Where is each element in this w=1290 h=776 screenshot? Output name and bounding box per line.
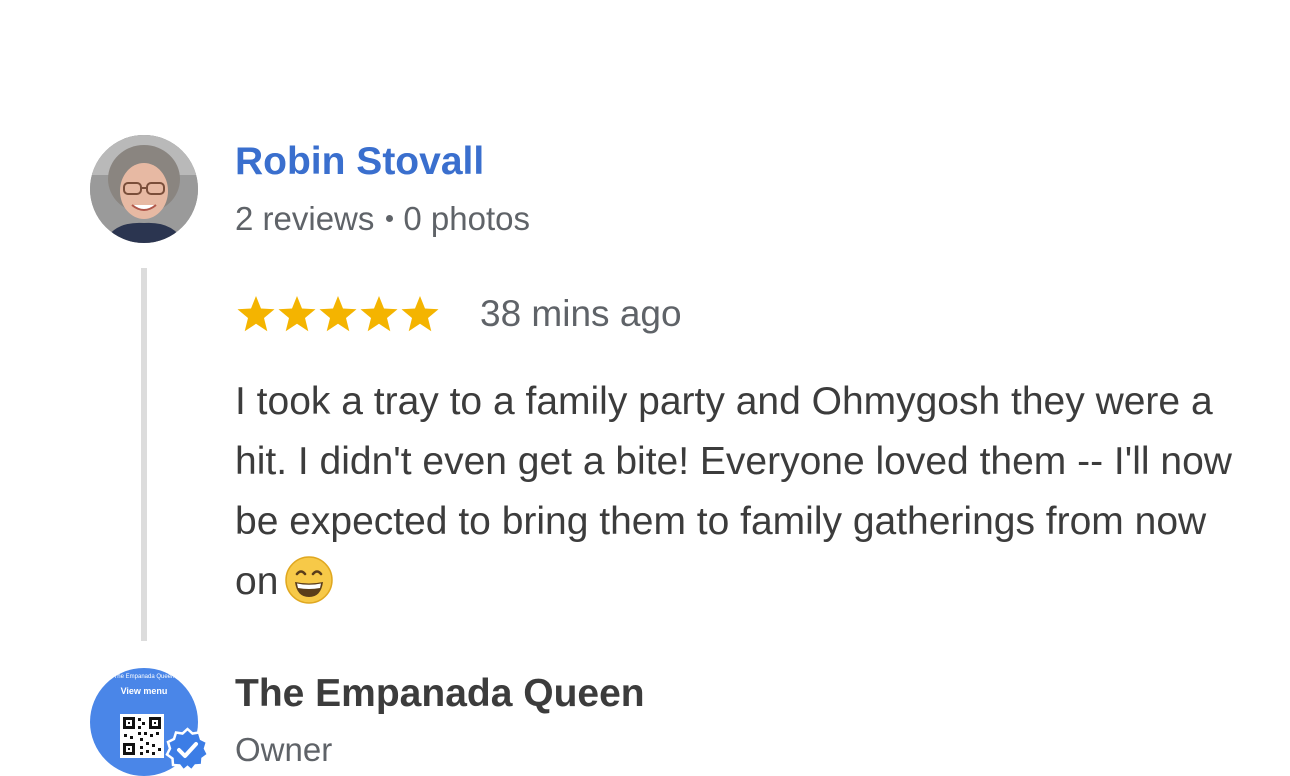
review-time: 38 mins ago	[480, 293, 682, 334]
grinning-face-icon	[284, 555, 334, 605]
star-rating	[236, 294, 441, 334]
review-body: I took a tray to a family party and Ohmy…	[235, 380, 1232, 603]
star-icon	[277, 294, 317, 334]
reviews-count: 2 reviews	[235, 200, 375, 237]
thread-rail	[141, 268, 147, 641]
photos-count: 0 photos	[403, 200, 530, 237]
owner-avatar-label: View menu	[120, 686, 168, 696]
owner-name[interactable]: The Empanada Queen	[235, 670, 645, 718]
star-icon	[400, 294, 440, 334]
rating-row: 38 mins ago	[236, 290, 682, 338]
review-text: I took a tray to a family party and Ohmy…	[235, 372, 1245, 612]
star-icon	[236, 294, 276, 334]
reviewer-name[interactable]: Robin Stovall	[235, 138, 484, 186]
owner-role: Owner	[235, 731, 333, 768]
owner-avatar-title: The Empanada Queen	[113, 674, 175, 680]
verified-check-icon	[165, 727, 210, 772]
reviewer-photo-icon	[90, 135, 198, 243]
star-icon	[359, 294, 399, 334]
star-icon	[318, 294, 358, 334]
reviewer-avatar[interactable]	[90, 135, 198, 243]
qr-code-icon	[120, 714, 164, 758]
reviewer-meta: 2 reviews 0 photos	[235, 199, 530, 239]
separator-dot-icon	[386, 214, 394, 222]
